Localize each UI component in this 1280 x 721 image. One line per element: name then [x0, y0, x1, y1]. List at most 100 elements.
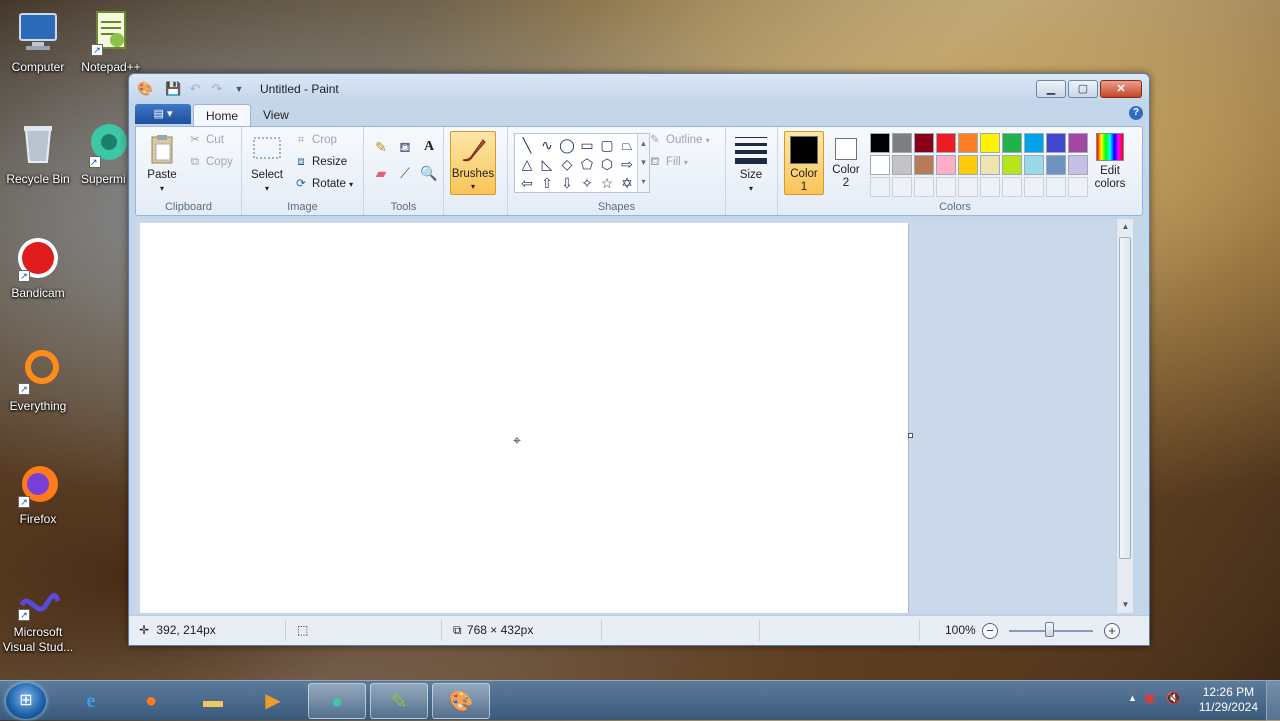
oval-shape-icon[interactable]: ◯ — [557, 136, 577, 155]
desktop-icon-bandicam[interactable]: ↗ Bandicam — [0, 234, 78, 301]
four-point-star-shape-icon[interactable]: ✧ — [577, 174, 597, 193]
taskbar-media-player[interactable]: ▶ — [244, 683, 302, 719]
edit-colors-button[interactable]: Edit colors — [1092, 133, 1128, 191]
taskbar-notepadplusplus[interactable]: ✎ — [370, 683, 428, 719]
taskbar-explorer[interactable]: ▬ — [184, 683, 242, 719]
tab-home[interactable]: Home — [193, 104, 252, 126]
palette-custom-swatch[interactable] — [892, 177, 912, 197]
palette-custom-swatch[interactable] — [958, 177, 978, 197]
clock[interactable]: 12:26 PM 11/29/2024 — [1199, 685, 1258, 715]
magnifier-icon[interactable]: 🔍 — [418, 161, 440, 183]
rectangle-shape-icon[interactable]: ▭ — [577, 136, 597, 155]
palette-swatch[interactable] — [980, 133, 1000, 153]
taskbar-firefox[interactable]: ● — [122, 683, 180, 719]
zoom-slider-thumb[interactable] — [1045, 622, 1054, 637]
text-tool-icon[interactable]: A — [418, 135, 440, 157]
customize-dropdown-icon[interactable]: ▼ — [231, 81, 247, 97]
palette-swatch[interactable] — [1068, 155, 1088, 175]
desktop-icon-notepadplusplus[interactable]: ↗ Notepad++ — [71, 8, 151, 75]
volume-muted-icon[interactable]: 🔇 — [1166, 691, 1181, 705]
desktop-icon-everything[interactable]: ↗ Everything — [0, 347, 78, 414]
right-triangle-shape-icon[interactable]: ◺ — [537, 155, 557, 174]
fill-button[interactable]: ⛾ Fill ▾ — [648, 153, 688, 171]
crop-button[interactable]: ⌗ Crop — [294, 131, 337, 149]
six-point-star-shape-icon[interactable]: ✡ — [617, 174, 637, 193]
palette-swatch[interactable] — [958, 133, 978, 153]
paste-button[interactable]: Paste ▾ — [142, 133, 182, 195]
zoom-in-button[interactable]: + — [1104, 623, 1120, 639]
triangle-shape-icon[interactable]: △ — [517, 155, 537, 174]
palette-swatch[interactable] — [1002, 155, 1022, 175]
polygon-shape-icon[interactable]: ⏢ — [617, 136, 637, 155]
palette-swatch[interactable] — [892, 155, 912, 175]
save-icon[interactable]: 💾 — [165, 81, 181, 97]
desktop-icon-visual-studio[interactable]: ↗ Microsoft Visual Stud... — [0, 585, 78, 655]
canvas-resize-handle[interactable] — [908, 433, 913, 438]
minimize-button[interactable]: ▁ — [1036, 80, 1066, 98]
copy-button[interactable]: ⧉ Copy — [188, 153, 233, 171]
palette-custom-swatch[interactable] — [1024, 177, 1044, 197]
palette-swatch[interactable] — [1068, 133, 1088, 153]
right-arrow-shape-icon[interactable]: ⇨ — [617, 155, 637, 174]
palette-swatch[interactable] — [1002, 133, 1022, 153]
drawing-canvas[interactable]: ⌖ — [140, 223, 908, 613]
start-button[interactable]: ⊞ — [6, 683, 46, 719]
palette-swatch[interactable] — [914, 155, 934, 175]
pentagon-shape-icon[interactable]: ⬠ — [577, 155, 597, 174]
desktop-icon-computer[interactable]: Computer — [0, 8, 78, 75]
palette-custom-swatch[interactable] — [936, 177, 956, 197]
desktop-icon-recycle-bin[interactable]: Recycle Bin — [0, 120, 78, 187]
desktop-icon-supermium[interactable]: ↗ Supermi — [71, 120, 133, 187]
palette-custom-swatch[interactable] — [1046, 177, 1066, 197]
scroll-up-arrow-icon[interactable]: ▲ — [1117, 219, 1133, 235]
color2-button[interactable]: Color 2 — [826, 131, 866, 195]
down-arrow-shape-icon[interactable]: ⇩ — [557, 174, 577, 193]
show-desktop-button[interactable] — [1266, 681, 1280, 721]
color-picker-icon[interactable]: ⟋ — [394, 161, 416, 183]
diamond-shape-icon[interactable]: ◇ — [557, 155, 577, 174]
taskbar-internet-explorer[interactable]: e — [62, 683, 120, 719]
select-button[interactable]: Select ▾ — [246, 133, 288, 195]
palette-custom-swatch[interactable] — [870, 177, 890, 197]
rounded-rectangle-shape-icon[interactable]: ▢ — [597, 136, 617, 155]
palette-swatch[interactable] — [958, 155, 978, 175]
pencil-icon[interactable]: ✎ — [370, 135, 392, 157]
palette-swatch[interactable] — [892, 133, 912, 153]
rotate-button[interactable]: ⟳ Rotate ▾ — [294, 175, 353, 193]
palette-swatch[interactable] — [1046, 155, 1066, 175]
zoom-out-button[interactable]: − — [982, 623, 998, 639]
canvas-workspace[interactable]: ⌖ ▲ ▼ — [135, 219, 1133, 613]
taskbar-supermium[interactable]: ● — [308, 683, 366, 719]
left-arrow-shape-icon[interactable]: ⇦ — [517, 174, 537, 193]
resize-button[interactable]: ⧈ Resize — [294, 153, 347, 171]
redo-icon[interactable]: ↷ — [209, 81, 225, 97]
taskbar-paint[interactable]: 🎨 — [432, 683, 490, 719]
palette-swatch[interactable] — [1024, 133, 1044, 153]
paint-menu-button[interactable]: ▤ ▾ — [135, 104, 191, 124]
color1-button[interactable]: Color 1 — [784, 131, 824, 195]
fill-bucket-icon[interactable]: ⛾ — [394, 135, 416, 157]
cut-button[interactable]: ✂ Cut — [188, 131, 224, 149]
eraser-icon[interactable]: ▰ — [370, 161, 392, 183]
palette-swatch[interactable] — [870, 155, 890, 175]
palette-swatch[interactable] — [980, 155, 1000, 175]
brushes-button[interactable]: Brushes ▾ — [450, 131, 496, 195]
palette-swatch[interactable] — [1024, 155, 1044, 175]
scrollbar-thumb[interactable] — [1119, 237, 1131, 559]
palette-custom-swatch[interactable] — [980, 177, 1000, 197]
help-icon[interactable]: ? — [1129, 106, 1143, 120]
vertical-scrollbar[interactable]: ▲ ▼ — [1116, 219, 1133, 613]
curve-shape-icon[interactable]: ∿ — [537, 136, 557, 155]
palette-swatch[interactable] — [870, 133, 890, 153]
undo-icon[interactable]: ↶ — [187, 81, 203, 97]
palette-swatch[interactable] — [914, 133, 934, 153]
palette-custom-swatch[interactable] — [914, 177, 934, 197]
close-button[interactable]: ✕ — [1100, 80, 1142, 98]
palette-custom-swatch[interactable] — [1068, 177, 1088, 197]
network-icon[interactable]: ▣ — [1144, 691, 1155, 705]
hexagon-shape-icon[interactable]: ⬡ — [597, 155, 617, 174]
up-arrow-shape-icon[interactable]: ⇧ — [537, 174, 557, 193]
palette-swatch[interactable] — [936, 155, 956, 175]
scroll-down-arrow-icon[interactable]: ▼ — [1117, 597, 1133, 613]
desktop-icon-firefox[interactable]: ↗ Firefox — [0, 460, 78, 527]
